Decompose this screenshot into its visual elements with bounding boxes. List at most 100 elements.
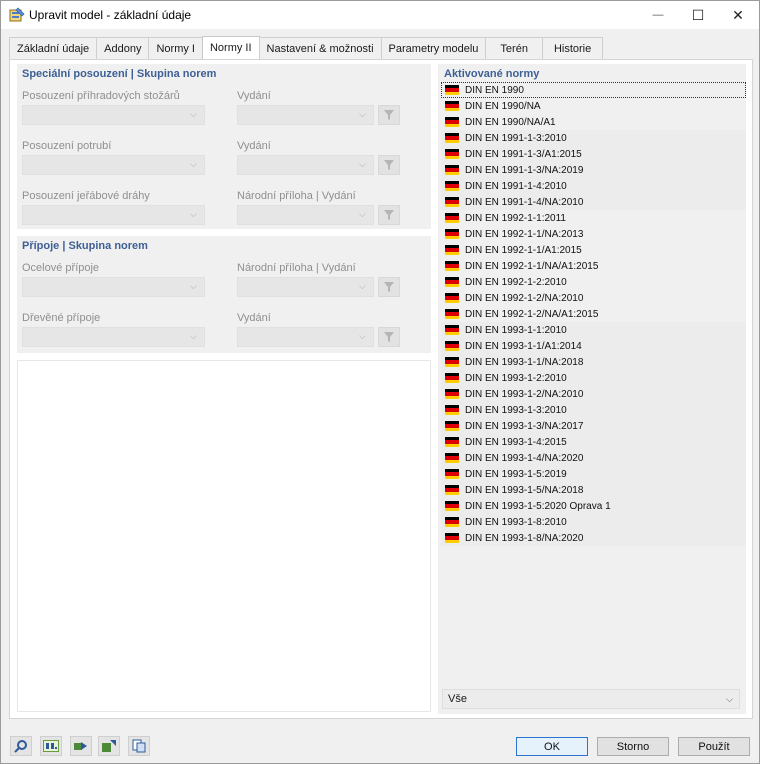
search-tool-button[interactable] (10, 736, 32, 756)
export-button[interactable] (70, 736, 92, 756)
tab-teren[interactable]: Terén (485, 37, 543, 59)
germany-flag-icon (445, 149, 459, 159)
export-icon (74, 742, 87, 750)
tab-label: Normy II (209, 42, 252, 54)
lattice-tower-filter-button[interactable] (378, 105, 400, 125)
tab-zakladni-udaje[interactable]: Základní údaje (9, 37, 98, 59)
units-button[interactable] (40, 736, 62, 756)
list-item[interactable]: DIN EN 1993-1-5:2020 Oprava 1 (441, 498, 746, 514)
standard-label: DIN EN 1993-1-5/NA:2018 (465, 484, 584, 496)
standards-filter-select[interactable]: Vše ⌵ (442, 689, 740, 709)
steel-joints-standard-select[interactable]: ⌵ (22, 277, 205, 297)
list-item[interactable]: DIN EN 1991-1-3/A1:2015 (441, 146, 746, 162)
standard-label: DIN EN 1992-1-1/A1:2015 (465, 244, 582, 256)
list-item[interactable]: DIN EN 1990 (441, 82, 746, 98)
chevron-down-icon: ⌵ (190, 331, 197, 341)
tab-addony[interactable]: Addony (96, 37, 150, 59)
standard-label: DIN EN 1993-1-8/NA:2020 (465, 532, 584, 544)
crane-runway-filter-button[interactable] (378, 205, 400, 225)
list-item[interactable]: DIN EN 1993-1-3:2010 (441, 402, 746, 418)
copy-button[interactable] (128, 736, 150, 756)
steel-joints-filter-button[interactable] (378, 277, 400, 297)
pipeline-filter-button[interactable] (378, 155, 400, 175)
minimize-button[interactable]: — (638, 1, 678, 29)
search-icon (14, 740, 27, 753)
germany-flag-icon (445, 453, 459, 463)
tab-normy-i[interactable]: Normy I (148, 37, 203, 59)
field-label: Dřevěné přípoje (22, 312, 101, 324)
timber-joints-filter-button[interactable] (378, 327, 400, 347)
cancel-button[interactable]: Storno (597, 737, 669, 756)
list-item[interactable]: DIN EN 1993-1-5/NA:2018 (441, 482, 746, 498)
lattice-tower-edition-select[interactable]: ⌵ (237, 105, 374, 125)
list-item[interactable]: DIN EN 1993-1-8:2010 (441, 514, 746, 530)
empty-panel (17, 360, 431, 712)
list-item[interactable]: DIN EN 1990/NA (441, 98, 746, 114)
standard-label: DIN EN 1993-1-8:2010 (465, 516, 567, 528)
germany-flag-icon (445, 101, 459, 111)
field-label: Vydání (237, 90, 271, 102)
list-item[interactable]: DIN EN 1993-1-2/NA:2010 (441, 386, 746, 402)
list-item[interactable]: DIN EN 1991-1-4/NA:2010 (441, 194, 746, 210)
list-item[interactable]: DIN EN 1993-1-5:2019 (441, 466, 746, 482)
tab-label: Normy I (156, 42, 195, 55)
standard-label: DIN EN 1992-1-1/NA/A1:2015 (465, 260, 599, 272)
crane-runway-edition-select[interactable]: ⌵ (237, 205, 374, 225)
field-label: Národní příloha | Vydání (237, 262, 356, 274)
field-label: Vydání (237, 312, 271, 324)
timber-joints-standard-select[interactable]: ⌵ (22, 327, 205, 347)
list-item[interactable]: DIN EN 1991-1-4:2010 (441, 178, 746, 194)
list-item[interactable]: DIN EN 1993-1-4:2015 (441, 434, 746, 450)
activated-standards-list[interactable]: DIN EN 1990 DIN EN 1990/NA DIN EN 1990/NA/… (441, 82, 746, 552)
filter-icon (384, 210, 394, 220)
close-button[interactable]: ✕ (718, 1, 758, 29)
germany-flag-icon (445, 245, 459, 255)
crane-runway-standard-select[interactable]: ⌵ (22, 205, 205, 225)
tab-historie[interactable]: Historie (541, 37, 604, 59)
list-item[interactable]: DIN EN 1993-1-4/NA:2020 (441, 450, 746, 466)
tab-normy-ii[interactable]: Normy II (201, 36, 260, 59)
list-item[interactable]: DIN EN 1993-1-2:2010 (441, 370, 746, 386)
list-item[interactable]: DIN EN 1991-1-3/NA:2019 (441, 162, 746, 178)
standard-label: DIN EN 1992-1-2:2010 (465, 276, 567, 288)
list-item[interactable]: DIN EN 1992-1-1:2011 (441, 210, 746, 226)
germany-flag-icon (445, 501, 459, 511)
pipeline-standard-select[interactable]: ⌵ (22, 155, 205, 175)
list-item[interactable]: DIN EN 1993-1-1/A1:2014 (441, 338, 746, 354)
standard-label: DIN EN 1993-1-5:2019 (465, 468, 567, 480)
section-title: Aktivované normy (444, 68, 540, 80)
maximize-button[interactable]: ☐ (678, 1, 718, 29)
field-label: Posouzení jeřábové dráhy (22, 190, 150, 202)
tab-parametry-modelu[interactable]: Parametry modelu (380, 37, 487, 59)
timber-joints-edition-select[interactable]: ⌵ (237, 327, 374, 347)
standard-label: DIN EN 1990 (465, 84, 524, 96)
list-item[interactable]: DIN EN 1992-1-2:2010 (441, 274, 746, 290)
window-title: Upravit model - základní údaje (29, 8, 192, 22)
list-item[interactable]: DIN EN 1993-1-1:2010 (441, 322, 746, 338)
list-item[interactable]: DIN EN 1990/NA/A1 (441, 114, 746, 130)
ok-button[interactable]: OK (516, 737, 588, 756)
list-item[interactable]: DIN EN 1993-1-1/NA:2018 (441, 354, 746, 370)
chevron-down-icon: ⌵ (359, 159, 366, 169)
list-item[interactable]: DIN EN 1992-1-2/NA:2010 (441, 290, 746, 306)
germany-flag-icon (445, 389, 459, 399)
list-item[interactable]: DIN EN 1992-1-1/NA/A1:2015 (441, 258, 746, 274)
list-item[interactable]: DIN EN 1992-1-2/NA/A1:2015 (441, 306, 746, 322)
pipeline-edition-select[interactable]: ⌵ (237, 155, 374, 175)
list-item[interactable]: DIN EN 1992-1-1/NA:2013 (441, 226, 746, 242)
tab-label: Parametry modelu (388, 42, 479, 55)
list-item[interactable]: DIN EN 1993-1-3/NA:2017 (441, 418, 746, 434)
tab-nastaveni-moznosti[interactable]: Nastavení & možnosti (258, 37, 382, 59)
standard-label: DIN EN 1993-1-4:2015 (465, 436, 567, 448)
germany-flag-icon (445, 133, 459, 143)
tab-label: Nastavení & možnosti (266, 42, 374, 55)
apply-button[interactable]: Použít (678, 737, 750, 756)
list-item[interactable]: DIN EN 1992-1-1/A1:2015 (441, 242, 746, 258)
germany-flag-icon (445, 341, 459, 351)
lattice-tower-standard-select[interactable]: ⌵ (22, 105, 205, 125)
list-item[interactable]: DIN EN 1991-1-3:2010 (441, 130, 746, 146)
steel-joints-edition-select[interactable]: ⌵ (237, 277, 374, 297)
copy-icon (132, 739, 146, 753)
import-button[interactable] (98, 736, 120, 756)
list-item[interactable]: DIN EN 1993-1-8/NA:2020 (441, 530, 746, 546)
